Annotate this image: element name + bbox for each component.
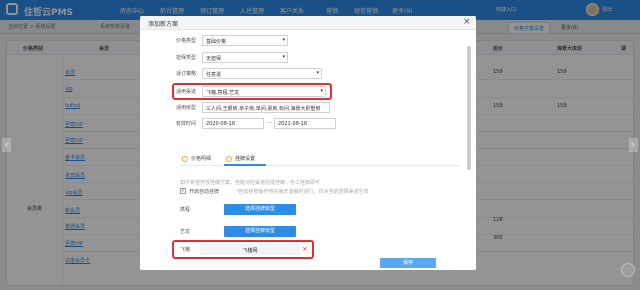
channel-label: 适用渠道 [176, 89, 197, 95]
listing-settings-icon [226, 155, 232, 162]
auto-listing-checkbox[interactable]: ✓ [180, 188, 186, 194]
elong-select-room-button[interactable]: 选择挂牌房型 [224, 226, 296, 237]
guarantee-type-select[interactable]: 无担保 ▾ [202, 52, 288, 63]
end-date-value: 2021-08-18 [278, 121, 308, 127]
caret-down-icon: ▾ [320, 88, 323, 94]
fliggy-room-value: 飞猪网 [200, 244, 300, 255]
start-date-value: 2020-08-18 [206, 121, 236, 127]
channel-select[interactable]: 飞猪,携程,艺龙 ▾ [202, 86, 326, 97]
price-type-label: 价格类型 [176, 38, 197, 44]
dialog-scrollbar[interactable] [467, 46, 471, 170]
valid-date-label: 有效时间 [176, 121, 197, 127]
add-plan-dialog: 添加新方案 × 价格类型 基础价格 ▾ 担保类型 无担保 ▾ 适订策略 任意退 … [140, 16, 476, 270]
ctrip-select-room-button[interactable]: 选择挂牌房型 [224, 204, 296, 215]
price-type-select[interactable]: 基础价格 ▾ [202, 35, 288, 46]
tab-divider [180, 165, 460, 166]
price-detail-icon [182, 155, 188, 162]
cancel-policy-value: 任意退 [206, 72, 222, 78]
arrow-right-icon[interactable]: › [629, 138, 638, 152]
arrow-left-icon[interactable]: ‹ [2, 138, 11, 152]
room-type-label: 适用房型 [176, 105, 197, 111]
cancel-policy-select[interactable]: 任意退 ▾ [202, 68, 322, 79]
dialog-header: 添加新方案 × [140, 16, 476, 30]
tab-price-detail-label: 价格明细 [191, 156, 212, 162]
channel-fliggy-label: 飞猪 [180, 247, 191, 253]
caret-down-icon: ▾ [316, 70, 319, 76]
save-button[interactable]: 保存 [380, 258, 436, 268]
remove-icon[interactable]: × [302, 245, 308, 253]
price-type-value: 基础价格 [206, 39, 227, 45]
date-separator: — [267, 120, 272, 126]
active-tab-indicator [224, 164, 266, 166]
channel-value: 飞猪,携程,艺龙 [206, 90, 240, 96]
help-icon[interactable] [621, 263, 635, 277]
fliggy-room-text: 飞猪网 [242, 248, 258, 254]
room-type-value: 三人间,王爵房,亲子房,单间,豪房,标间,海景大别墅房 [206, 106, 321, 112]
tab-listing-settings[interactable]: 挂牌设置 [226, 155, 255, 162]
guarantee-type-label: 担保类型 [176, 55, 197, 61]
listing-hint: 如不希望开放挂牌方案，也能对应渠道完成挂牌，手工挂牌即可 [180, 180, 321, 186]
tab-price-detail[interactable]: 价格明细 [182, 155, 211, 162]
end-date-input[interactable]: 2021-08-18 [274, 118, 336, 129]
caret-down-icon: ▾ [282, 54, 285, 60]
cancel-policy-label: 适订策略 [176, 71, 197, 77]
auto-listing-hint: *自动挂牌操作将在每天凌晨时进行，仅对当前选择渠道生效 [236, 189, 369, 195]
channel-elong-label: 艺龙 [180, 229, 191, 235]
guarantee-type-value: 无担保 [206, 56, 222, 62]
start-date-input[interactable]: 2020-08-18 [202, 118, 264, 129]
room-type-input[interactable]: 三人间,王爵房,亲子房,单间,豪房,标间,海景大别墅房 [202, 102, 330, 113]
close-icon[interactable]: × [463, 17, 471, 27]
caret-down-icon: ▾ [282, 37, 285, 43]
auto-listing-label: 开启自动挂牌 [189, 189, 220, 195]
dialog-title: 添加新方案 [148, 21, 179, 28]
channel-ctrip-label: 携程 [180, 207, 191, 213]
tab-listing-settings-label: 挂牌设置 [235, 156, 256, 162]
